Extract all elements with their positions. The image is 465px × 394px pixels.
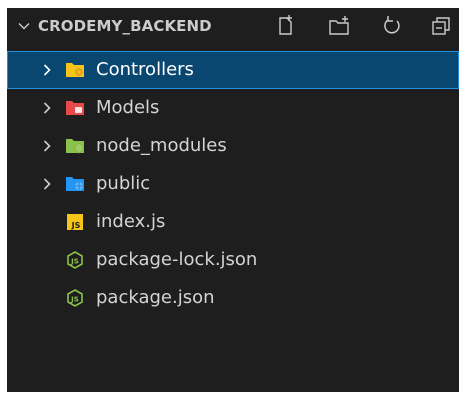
chevron-right-icon[interactable]	[40, 63, 54, 77]
tree-item-package-json[interactable]: JS package.json	[7, 279, 459, 317]
tree-item-index-js[interactable]: JS index.js	[7, 203, 459, 241]
tree-item-package-lock-json[interactable]: JS package-lock.json	[7, 241, 459, 279]
javascript-file-icon: JS	[67, 214, 83, 230]
tree-item-node-modules[interactable]: node_modules	[7, 127, 459, 165]
folder-models-icon	[66, 101, 84, 115]
svg-text:JS: JS	[70, 296, 79, 304]
workspace-title[interactable]: CRODEMY_BACKEND	[38, 17, 212, 35]
tree-item-public[interactable]: public	[7, 165, 459, 203]
explorer-header[interactable]: CRODEMY_BACKEND	[7, 8, 459, 44]
tree-item-models[interactable]: Models	[7, 89, 459, 127]
folder-node-icon	[66, 139, 84, 154]
tree-item-label: Controllers	[96, 59, 194, 80]
new-folder-icon[interactable]	[327, 14, 351, 38]
tree-item-label: node_modules	[96, 135, 227, 156]
chevron-right-icon[interactable]	[40, 177, 54, 191]
explorer-panel: CRODEMY_BACKEND Controllers Models node_…	[7, 8, 459, 392]
nodejs-file-icon: JS	[67, 251, 83, 269]
folder-public-icon	[66, 177, 84, 191]
tree-item-controllers[interactable]: Controllers	[7, 51, 459, 89]
tree-item-label: public	[96, 173, 151, 194]
tree-item-label: index.js	[96, 211, 166, 232]
svg-text:JS: JS	[70, 258, 79, 266]
chevron-right-icon[interactable]	[40, 101, 54, 115]
chevron-down-icon[interactable]	[17, 19, 31, 33]
refresh-icon[interactable]	[380, 14, 404, 38]
collapse-all-icon[interactable]	[429, 14, 453, 38]
svg-text:JS: JS	[71, 221, 81, 230]
tree-item-label: package.json	[96, 287, 215, 308]
tree-item-label: package-lock.json	[96, 249, 258, 270]
folder-controllers-icon	[66, 63, 84, 77]
new-file-icon[interactable]	[273, 14, 297, 38]
chevron-right-icon[interactable]	[40, 139, 54, 153]
tree-item-label: Models	[96, 97, 160, 118]
nodejs-file-icon: JS	[67, 289, 83, 307]
